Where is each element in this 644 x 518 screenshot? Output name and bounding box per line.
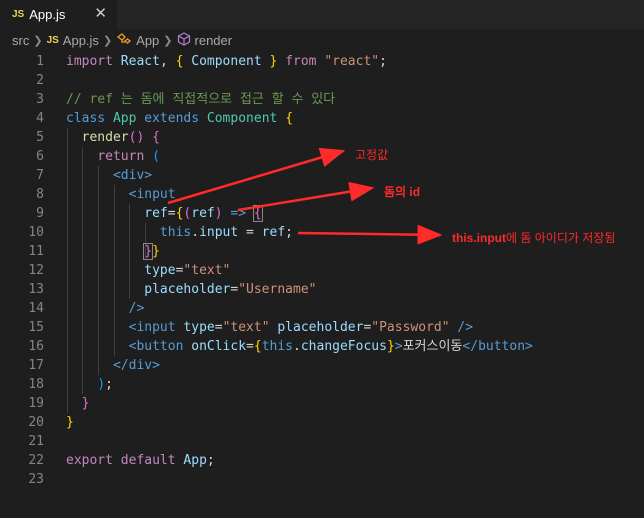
annotation-dom-id: 돔의 id <box>384 183 420 200</box>
annotation-fixed-value: 고정값 <box>355 148 389 162</box>
annotation-arrows <box>167 147 443 245</box>
annotation-this-input-rest: 에 돔 아이디가 저장됨 <box>506 231 616 245</box>
arrow-2 <box>237 181 375 212</box>
arrow-1 <box>167 147 346 205</box>
annotation-this-input: this.input에 돔 아이디가 저장됨 <box>452 229 615 246</box>
annotation-dom-id-text: 돔의 id <box>384 185 421 199</box>
arrow-3 <box>297 224 443 245</box>
annotation-this-input-bold: this.input <box>452 231 506 245</box>
